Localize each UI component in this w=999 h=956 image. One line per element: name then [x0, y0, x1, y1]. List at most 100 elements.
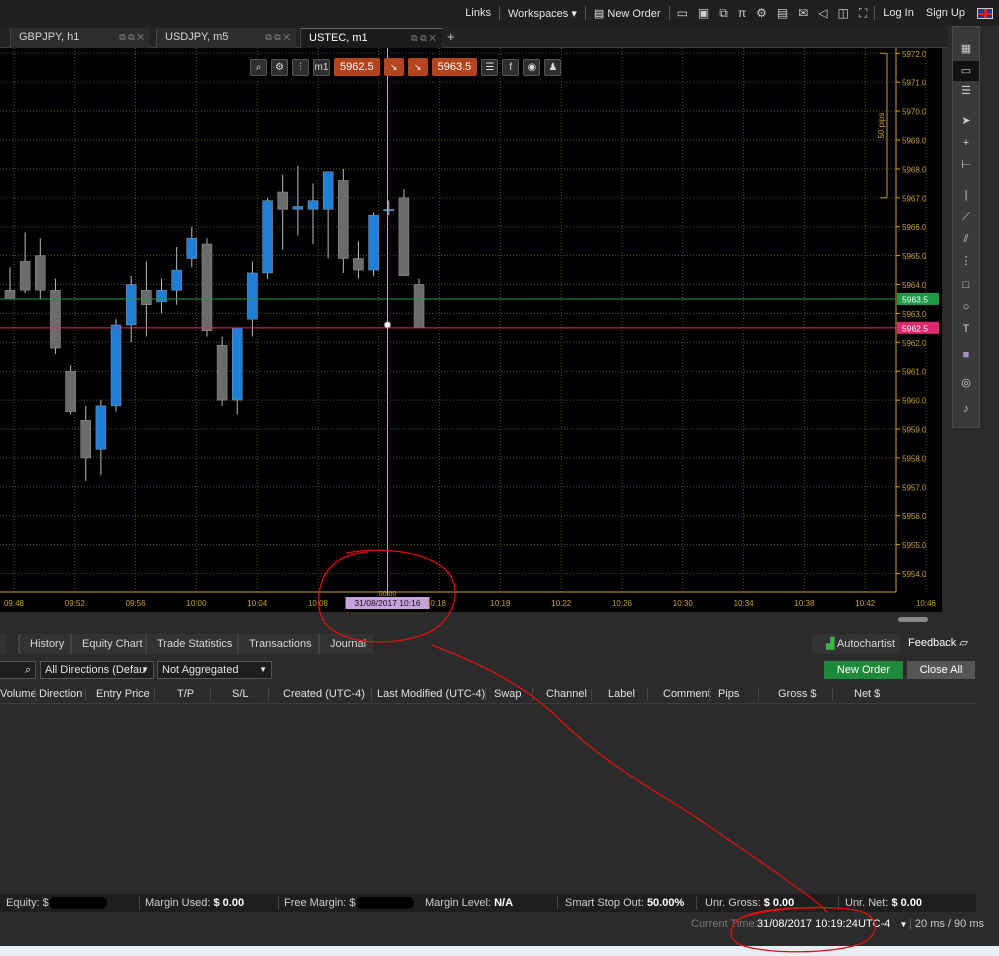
col-created[interactable]: Created (UTC-4) [283, 688, 365, 700]
split-layout-icon[interactable]: ☰ [953, 81, 979, 101]
autochartist-button[interactable]: ▟ Autochartist [812, 634, 900, 654]
col-last-modified[interactable]: Last Modified (UTC-4) [377, 688, 485, 700]
new-order-button[interactable]: New Order [824, 661, 903, 679]
text-icon[interactable]: T [953, 319, 979, 339]
circle-icon[interactable]: ○ [953, 297, 979, 317]
candle-body [262, 200, 273, 274]
channel-icon[interactable]: ⫽ [953, 229, 979, 249]
feedback-button[interactable]: Feedback ▱ [904, 634, 980, 654]
column-divider[interactable] [485, 687, 486, 701]
vertical-line-icon[interactable]: | [953, 185, 979, 205]
direction-select[interactable]: All Directions (Defau ▼ [40, 661, 154, 679]
scrollbar-thumb[interactable] [898, 617, 928, 622]
col-pips[interactable]: Pips [718, 688, 739, 700]
chart-canvas[interactable]: 5954.0 5955.0 5956.0 5957.0 5958.0 5959.0 5960… [0, 48, 942, 612]
column-divider[interactable] [268, 687, 269, 701]
eye-icon[interactable]: ◎ [953, 373, 979, 393]
uk-flag-icon[interactable] [977, 7, 993, 19]
column-divider[interactable] [35, 687, 36, 701]
chart-type-icon[interactable]: π [733, 6, 751, 20]
chart-settings-icon[interactable]: ⚙ [271, 58, 288, 76]
tab-journal[interactable]: Journal [318, 634, 374, 654]
zoom-icon[interactable]: ⌕ [250, 58, 267, 76]
timeframe-button[interactable]: m1 [313, 58, 330, 76]
tab-positions[interactable] [0, 634, 6, 654]
crosshair-icon[interactable]: + [953, 133, 979, 153]
buy-price-button[interactable]: 5963.5 [431, 58, 478, 76]
col-volume[interactable]: Volume [0, 688, 37, 700]
mail-icon[interactable]: ✉ [793, 6, 813, 20]
sell-price-button[interactable]: 5962.5 [334, 58, 380, 76]
copy-icon[interactable]: ⧉ [714, 6, 733, 21]
add-tab-icon[interactable]: + [447, 29, 455, 44]
candle-type-icon[interactable]: ⫶ [292, 58, 309, 76]
new-order-menu[interactable]: ▤ New Order [588, 7, 667, 20]
tab-trade-statistics[interactable]: Trade Statistics [145, 634, 240, 654]
cursor-icon[interactable]: ➤ [953, 111, 979, 131]
close-all-button[interactable]: Close All [907, 661, 975, 679]
buy-arrow-icon[interactable]: ↘ [407, 58, 428, 76]
list-icon[interactable]: ☰ [481, 58, 499, 76]
tab-controls-icon[interactable]: ⧉ ⧉ ✕ [265, 28, 290, 47]
signup-link[interactable]: Sign Up [920, 7, 971, 19]
chart-horizontal-scrollbar[interactable] [0, 612, 942, 626]
y-tick-label: 5956.0 [902, 512, 927, 521]
display-icon[interactable]: ▤ [772, 6, 793, 20]
tab-controls-icon[interactable]: ⧉ ⧉ ✕ [411, 29, 436, 48]
single-layout-icon[interactable]: ▭ [953, 61, 979, 81]
fibonacci-icon[interactable]: ⋮ [953, 251, 979, 271]
column-divider[interactable] [832, 687, 833, 701]
settings-icon[interactable]: ⚙ [751, 6, 772, 20]
facebook-icon[interactable]: f [502, 58, 520, 76]
aggregation-select[interactable]: Not Aggregated ▼ [157, 661, 272, 679]
color-swatch-icon[interactable]: ■ [953, 345, 979, 365]
login-link[interactable]: Log In [877, 7, 920, 19]
column-divider[interactable] [758, 687, 759, 701]
tab-history[interactable]: History [18, 634, 72, 654]
sound-icon[interactable]: ◁ [813, 6, 832, 20]
user-icon[interactable]: ♟ [544, 58, 562, 76]
col-net[interactable]: Net $ [854, 688, 880, 700]
fullscreen-icon[interactable]: ⛶ [854, 6, 872, 21]
bell-icon[interactable]: ♪ [953, 399, 979, 419]
col-comment[interactable]: Comment [663, 688, 711, 700]
layout-icon[interactable]: ◫ [833, 6, 854, 20]
tab-equity-chart[interactable]: Equity Chart [70, 634, 150, 654]
horizontal-line-icon[interactable]: ⊢ [953, 155, 979, 175]
col-swap[interactable]: Swap [494, 688, 522, 700]
calendar-icon[interactable]: ▣ [693, 6, 714, 20]
search-box[interactable]: ⌕ [0, 661, 36, 679]
timezone-select[interactable]: UTC-4 ▼ [858, 918, 907, 930]
col-direction[interactable]: Direction [39, 688, 82, 700]
col-sl[interactable]: S/L [232, 688, 249, 700]
tab-gbpjpy[interactable]: GBPJPY, h1 ⧉ ⧉ ✕ [10, 28, 150, 48]
col-entry-price[interactable]: Entry Price [96, 688, 150, 700]
column-divider[interactable] [371, 687, 372, 701]
tab-usdjpy[interactable]: USDJPY, m5 ⧉ ⧉ ✕ [156, 28, 296, 48]
column-divider[interactable] [154, 687, 155, 701]
workspaces-menu[interactable]: Workspaces ▾ [502, 7, 583, 20]
column-divider[interactable] [85, 687, 86, 701]
trendline-icon[interactable]: ⟋ [953, 207, 979, 227]
column-divider[interactable] [647, 687, 648, 701]
column-divider[interactable] [709, 687, 710, 701]
col-tp[interactable]: T/P [177, 688, 194, 700]
rectangle-icon[interactable]: □ [953, 275, 979, 295]
candle-body [307, 200, 319, 210]
grid-icon[interactable]: ▦ [953, 39, 979, 59]
tab-transactions[interactable]: Transactions [237, 634, 319, 654]
tab-ustec[interactable]: USTEC, m1 ⧉ ⧉ ✕ [300, 28, 442, 48]
column-divider[interactable] [532, 687, 533, 701]
sell-arrow-icon[interactable]: ↘ [383, 58, 404, 76]
tab-controls-icon[interactable]: ⧉ ⧉ ✕ [119, 28, 144, 47]
window-icon[interactable]: ▭ [672, 6, 693, 20]
column-divider[interactable] [210, 687, 211, 701]
col-channel[interactable]: Channel [546, 688, 587, 700]
col-gross[interactable]: Gross $ [778, 688, 817, 700]
col-label[interactable]: Label [608, 688, 635, 700]
price-chart[interactable]: 5954.0 5955.0 5956.0 5957.0 5958.0 5959.0 5960… [0, 48, 942, 612]
column-divider[interactable] [591, 687, 592, 701]
candle-body [322, 171, 334, 210]
links-menu[interactable]: Links [459, 7, 497, 19]
camera-icon[interactable]: ◉ [523, 58, 541, 76]
